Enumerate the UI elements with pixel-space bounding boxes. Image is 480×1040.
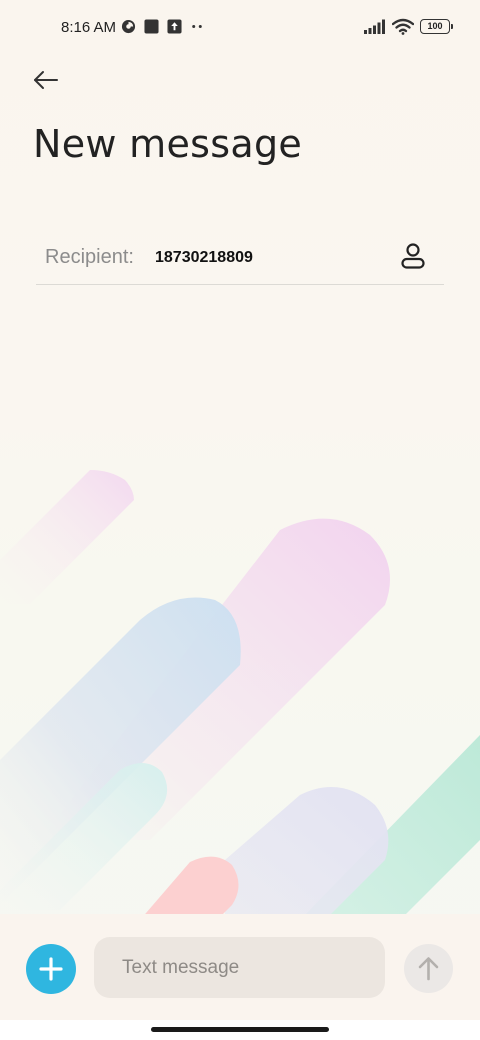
system-icons: 100 bbox=[364, 18, 453, 35]
status-bar: 8:16 AM 100 bbox=[0, 0, 480, 56]
data-saver-icon bbox=[121, 19, 136, 34]
navigation-bar bbox=[0, 1020, 480, 1040]
send-button[interactable] bbox=[404, 944, 453, 993]
status-time: 8:16 AM bbox=[61, 19, 117, 36]
wifi-icon bbox=[392, 18, 414, 35]
message-input[interactable]: Text message bbox=[94, 937, 385, 998]
messaging-screen: 8:16 AM 100 New message Recipient: 18730… bbox=[0, 0, 480, 1040]
contact-picker-button[interactable] bbox=[398, 241, 428, 271]
more-dots-icon bbox=[192, 25, 202, 28]
page-title: New message bbox=[33, 122, 303, 166]
square-notification-icon bbox=[144, 19, 159, 34]
decorative-wallpaper bbox=[0, 470, 480, 920]
arrow-up-icon bbox=[418, 957, 439, 981]
message-composer: Text message bbox=[0, 914, 480, 1020]
upload-notification-icon bbox=[167, 19, 182, 34]
arrow-left-icon bbox=[34, 71, 58, 89]
battery-icon: 100 bbox=[420, 19, 453, 34]
recipient-value[interactable]: 18730218809 bbox=[155, 249, 253, 267]
home-indicator[interactable] bbox=[151, 1027, 329, 1032]
back-button[interactable] bbox=[30, 64, 64, 98]
notification-icons bbox=[121, 19, 204, 34]
battery-level: 100 bbox=[427, 21, 443, 31]
person-icon bbox=[401, 243, 425, 269]
recipient-label: Recipient: bbox=[45, 246, 134, 268]
recipient-field[interactable]: Recipient: 18730218809 bbox=[36, 232, 444, 285]
add-attachment-button[interactable] bbox=[26, 944, 76, 994]
plus-icon bbox=[39, 957, 63, 981]
signal-icon bbox=[364, 19, 385, 34]
